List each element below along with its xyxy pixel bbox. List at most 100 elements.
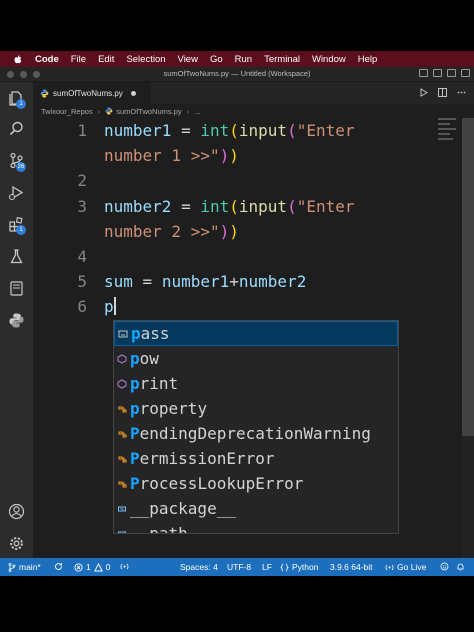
class-icon [118,481,127,487]
suggestion-item[interactable]: print [114,371,398,396]
suggestion-item[interactable]: PermissionError [114,446,398,471]
class-icon [118,431,127,437]
branch-indicator[interactable]: main* [8,562,41,572]
menu-run[interactable]: Run [235,54,252,65]
broadcast-icon[interactable] [120,562,129,571]
menu-view[interactable]: View [178,54,198,65]
tab-sumoftwonums[interactable]: sumOfTwoNums.py [33,82,151,104]
explorer-badge: 1 [16,99,26,109]
bell-icon[interactable] [456,562,465,571]
sync-icon[interactable] [54,562,63,571]
code-line-6: p [104,297,116,316]
branch-icon [8,562,16,572]
unsaved-indicator[interactable] [130,90,136,96]
scm-badge: 26 [16,162,26,172]
menu-go[interactable]: Go [210,54,223,65]
python-icon[interactable] [8,312,25,329]
scrollbar-thumb[interactable] [462,118,474,436]
tab-label: sumOfTwoNums.py [53,88,123,98]
account-icon[interactable] [8,503,25,520]
breadcrumb-symbol[interactable]: ... [194,107,200,116]
error-icon [74,562,83,572]
line-number: 2 [77,171,87,190]
suggestion-label: pow [130,349,159,368]
problems-indicator[interactable]: 1 0 [74,562,110,572]
suggestion-label: print [130,374,179,393]
menu-edit[interactable]: Edit [98,54,114,65]
eol-indicator[interactable]: LF [262,562,272,572]
minimap[interactable] [438,118,460,158]
menu-terminal[interactable]: Terminal [264,54,300,65]
settings-gear-icon[interactable] [8,535,25,552]
suggestion-item[interactable]: PendingDeprecationWarning [114,421,398,446]
suggestion-item[interactable]: pow [114,346,398,371]
vertical-scrollbar[interactable] [462,118,474,558]
class-icon [118,456,127,462]
suggestion-item[interactable]: __package__ [114,496,398,521]
chevron-right-icon: › [186,106,190,116]
suggestion-item[interactable]: ProcessLookupError [114,471,398,496]
code-line-1: number1 = int(input("Enter [104,121,355,140]
encoding-indicator[interactable]: UTF-8 [227,562,251,572]
apple-icon[interactable] [13,54,23,64]
suggestion-item[interactable]: pass [114,321,398,346]
extensions-badge: 1 [16,225,26,235]
line-number: 1 [77,121,87,140]
suggestion-label: PendingDeprecationWarning [130,424,371,443]
suggestion-label: ProcessLookupError [130,474,304,493]
language-mode[interactable]: Python [280,562,318,572]
line-number: 4 [77,247,87,266]
window-title: sumOfTwoNums.py — Untitled (Workspace) [163,69,311,78]
function-icon [117,353,127,364]
run-icon[interactable] [420,88,428,97]
suggestion-label: __path__ [130,524,208,534]
remote-icon[interactable] [8,280,25,297]
breadcrumb-file[interactable]: sumOfTwoNums.py [116,107,181,116]
suggestion-item[interactable]: __path__ [114,521,398,534]
function-icon [117,378,127,389]
editor-tab-bar: sumOfTwoNums.py [33,82,474,104]
python-interpreter[interactable]: 3.9.6 64-bit [330,562,373,572]
line-number: 3 [77,197,87,216]
status-bar: main* 1 0 Spaces: 4 UTF-8 LF Python 3.9.… [0,558,474,576]
code-line-1-wrap: number 1 >>")) [104,146,239,165]
menu-selection[interactable]: Selection [126,54,165,65]
menu-file[interactable]: File [71,54,86,65]
menu-help[interactable]: Help [358,54,378,65]
variable-icon [118,531,126,533]
indentation-indicator[interactable]: Spaces: 4 [180,562,218,572]
run-debug-icon[interactable] [8,184,25,201]
chevron-right-icon: › [97,106,101,116]
broadcast-icon [385,564,394,570]
more-icon[interactable] [457,88,466,97]
menu-code[interactable]: Code [35,54,59,65]
breadcrumb: Twixour_Repos › sumOfTwoNums.py › ... [33,104,474,118]
code-line-3-wrap: number 2 >>")) [104,222,239,241]
code-line-3: number2 = int(input("Enter [104,197,355,216]
keyword-icon [118,330,128,337]
code-line-5: sum = number1+number2 [104,272,307,291]
toggle-secondary-sidebar-icon[interactable] [447,69,456,77]
text-cursor [113,297,116,315]
suggestion-widget: pass pow print property PendingDeprecati… [113,320,399,534]
toggle-panel-icon[interactable] [433,69,442,77]
mac-menubar: Code File Edit Selection View Go Run Ter… [0,51,474,67]
menu-window[interactable]: Window [312,54,346,65]
testing-icon[interactable] [8,248,25,265]
feedback-icon[interactable] [440,562,449,571]
split-editor-icon[interactable] [438,88,447,97]
toggle-sidebar-icon[interactable] [419,69,428,77]
braces-icon [280,563,289,571]
go-live-button[interactable]: Go Live [385,562,426,572]
activity-bar: 1 26 1 [0,82,33,558]
layout-controls [419,69,470,77]
suggestion-label: PermissionError [130,449,275,468]
suggestion-item[interactable]: property [114,396,398,421]
screen: Code File Edit Selection View Go Run Ter… [0,0,474,632]
search-icon[interactable] [8,120,25,137]
breadcrumb-folder[interactable]: Twixour_Repos [41,107,93,116]
editor-actions [420,88,466,97]
line-number: 6 [77,297,87,316]
suggestion-label: property [130,399,208,418]
customize-layout-icon[interactable] [461,69,470,77]
